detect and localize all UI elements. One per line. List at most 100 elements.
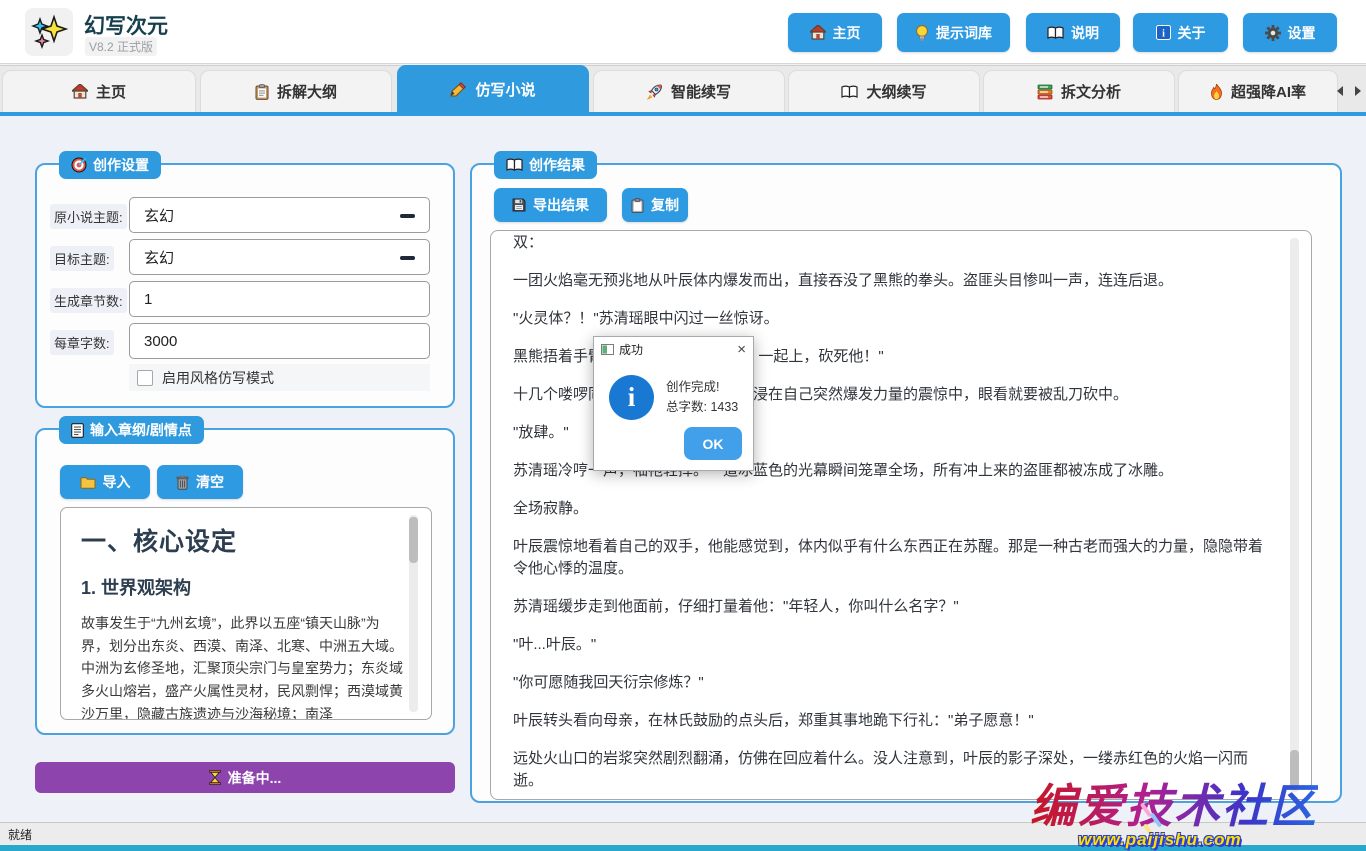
result-paragraph: 双：	[513, 232, 1271, 254]
result-paragraph: 苏清瑶缓步走到他面前，仔细打量着他："年轻人，你叫什么名字？"	[513, 596, 1271, 618]
gear-icon	[1265, 25, 1281, 41]
tab-home-label: 主页	[96, 81, 126, 102]
clear-button[interactable]: 清空	[157, 465, 243, 499]
svg-text:i: i	[1162, 28, 1165, 39]
tab-smart-continue-label: 智能续写	[671, 81, 731, 102]
books-icon	[1037, 84, 1053, 100]
document-icon	[71, 423, 84, 438]
open-book-icon	[1047, 26, 1064, 40]
folder-icon	[80, 476, 96, 489]
source-theme-select[interactable]: 玄幻	[129, 197, 430, 233]
outline-scrollbar-thumb[interactable]	[409, 517, 418, 563]
dialog-ok-button[interactable]: OK	[684, 427, 742, 460]
result-scrollbar-track[interactable]	[1290, 238, 1299, 792]
tab-outline-continue-label: 大纲续写	[866, 81, 926, 102]
settings-panel-header: 创作设置	[59, 151, 161, 179]
top-header: 幻写次元 V8.2 正式版 主页 提示词库 说明 i 关于 设置	[0, 0, 1366, 64]
result-paragraph: 叶辰震惊地看着自己的双手，他能感觉到，体内似乎有什么东西正在苏醒。那是一种古老而…	[513, 536, 1271, 580]
style-imitation-checkbox[interactable]	[137, 370, 153, 386]
result-scrollbar-thumb[interactable]	[1290, 750, 1299, 790]
tab-scroll-arrows	[1334, 74, 1364, 108]
settings-panel-title: 创作设置	[93, 155, 149, 175]
status-bar: 就绪	[0, 822, 1366, 845]
outline-panel-header: 输入章纲/剧情点	[59, 416, 204, 444]
dialog-close-icon[interactable]: ×	[737, 342, 746, 357]
tab-outline-continue[interactable]: 大纲续写	[788, 70, 980, 112]
generate-button-label: 准备中...	[228, 768, 282, 788]
generate-button[interactable]: 准备中...	[35, 762, 455, 793]
dialog-message: 创作完成! 总字数: 1433	[666, 377, 738, 417]
header-help-button[interactable]: 说明	[1026, 13, 1120, 52]
header-home-button[interactable]: 主页	[788, 13, 882, 52]
settings-panel: 创作设置 原小说主题: 玄幻 目标主题: 玄幻 生成章节数: 1 每章字数: 3…	[35, 163, 455, 408]
import-button[interactable]: 导入	[60, 465, 150, 499]
tab-scroll-left-icon[interactable]	[1337, 86, 1343, 96]
header-prompt-library-label: 提示词库	[936, 23, 992, 43]
tab-imitate-novel[interactable]: 仿写小说	[397, 65, 589, 112]
dialog-titlebar[interactable]: 成功 ×	[594, 337, 753, 361]
info-icon: i	[1156, 25, 1171, 40]
hourglass-icon	[209, 770, 221, 785]
result-paragraph: 一团火焰毫无预兆地从叶辰体内爆发而出，直接吞没了黑熊的拳头。盗匪头目惨叫一声，连…	[513, 270, 1271, 292]
tab-outline-breakdown-label: 拆解大纲	[277, 81, 337, 102]
tab-reduce-ai-rate[interactable]: 超强降AI率	[1178, 70, 1338, 112]
import-button-label: 导入	[103, 472, 131, 492]
select-arrow-icon	[400, 214, 415, 218]
trash-icon	[176, 475, 189, 490]
tab-bar: 主页 拆解大纲 仿写小说 智能续写 大纲续写 拆文分析 超强降AI率	[0, 65, 1366, 112]
result-paragraph: 远处火山口的岩浆突然剧烈翻涌，仿佛在回应着什么。没人注意到，叶辰的影子深处，一缕…	[513, 748, 1271, 792]
window-icon	[601, 344, 614, 355]
outline-body: 故事发生于“九州玄境”，此界以五座“镇天山脉”为界，划分出东炎、西漠、南泽、北寒…	[81, 612, 405, 720]
tab-scroll-right-icon[interactable]	[1355, 86, 1361, 96]
open-book-icon	[506, 158, 523, 172]
app-version: V8.2 正式版	[85, 37, 157, 56]
success-dialog: 成功 × i 创作完成! 总字数: 1433 OK	[593, 336, 754, 471]
tab-outline-breakdown[interactable]: 拆解大纲	[200, 70, 392, 112]
outline-heading2: 1. 世界观架构	[81, 574, 405, 600]
select-arrow-icon	[400, 256, 415, 260]
floppy-disk-icon	[512, 198, 526, 212]
export-result-button[interactable]: 导出结果	[494, 188, 607, 222]
style-imitation-label: 启用风格仿写模式	[162, 368, 274, 388]
tab-smart-continue[interactable]: 智能续写	[593, 70, 785, 112]
result-paragraph: 全场寂静。	[513, 498, 1271, 520]
app-window: 幻写次元 V8.2 正式版 主页 提示词库 说明 i 关于 设置 主页	[0, 0, 1366, 851]
header-settings-button[interactable]: 设置	[1243, 13, 1337, 52]
writing-hand-icon	[450, 82, 467, 97]
target-theme-value: 玄幻	[144, 247, 174, 268]
header-prompt-library-button[interactable]: 提示词库	[897, 13, 1010, 52]
home-icon	[810, 25, 826, 40]
result-paragraph: "火灵体？！"苏清瑶眼中闪过一丝惊讶。	[513, 308, 1271, 330]
tab-bar-underline	[0, 112, 1366, 116]
chapter-count-value: 1	[144, 291, 152, 308]
tab-text-analysis[interactable]: 拆文分析	[983, 70, 1175, 112]
result-textarea[interactable]: 双： 一团火焰毫无预兆地从叶辰体内爆发而出，直接吞没了黑熊的拳头。盗匪头目惨叫一…	[490, 230, 1312, 800]
dialog-title: 成功	[619, 341, 643, 358]
words-per-chapter-label: 每章字数:	[50, 330, 114, 355]
chapter-count-input[interactable]: 1	[129, 281, 430, 317]
info-circle-icon: i	[609, 375, 654, 420]
result-panel: 创作结果 导出结果 复制 双： 一团火焰毫无预兆地从叶辰体内爆发而出，直接吞没了…	[470, 163, 1342, 803]
tab-reduce-ai-rate-label: 超强降AI率	[1231, 81, 1306, 102]
lightbulb-icon	[915, 25, 929, 41]
header-about-button[interactable]: i 关于	[1133, 13, 1228, 52]
result-paragraph: "你可愿随我回天衍宗修炼？"	[513, 672, 1271, 694]
copy-button[interactable]: 复制	[622, 188, 688, 222]
copy-button-label: 复制	[651, 195, 679, 215]
bottom-accent-strip	[0, 845, 1366, 851]
outline-heading1: 一、核心设定	[81, 522, 405, 558]
source-theme-label: 原小说主题:	[50, 204, 127, 229]
result-paragraph: 叶辰转头看向母亲，在林氏鼓励的点头后，郑重其事地跪下行礼："弟子愿意！"	[513, 710, 1271, 732]
words-per-chapter-input[interactable]: 3000	[129, 323, 430, 359]
tab-imitate-novel-label: 仿写小说	[475, 79, 535, 100]
status-text: 就绪	[8, 826, 32, 843]
clipboard-icon	[255, 84, 269, 100]
open-book-icon	[841, 85, 858, 99]
target-theme-select[interactable]: 玄幻	[129, 239, 430, 275]
source-theme-value: 玄幻	[144, 205, 174, 226]
tab-home[interactable]: 主页	[2, 70, 196, 112]
dialog-message-line1: 创作完成!	[666, 377, 738, 397]
outline-textarea[interactable]: 一、核心设定 1. 世界观架构 故事发生于“九州玄境”，此界以五座“镇天山脉”为…	[60, 507, 432, 720]
style-imitation-row: 启用风格仿写模式	[129, 364, 430, 391]
header-settings-label: 设置	[1288, 23, 1316, 43]
